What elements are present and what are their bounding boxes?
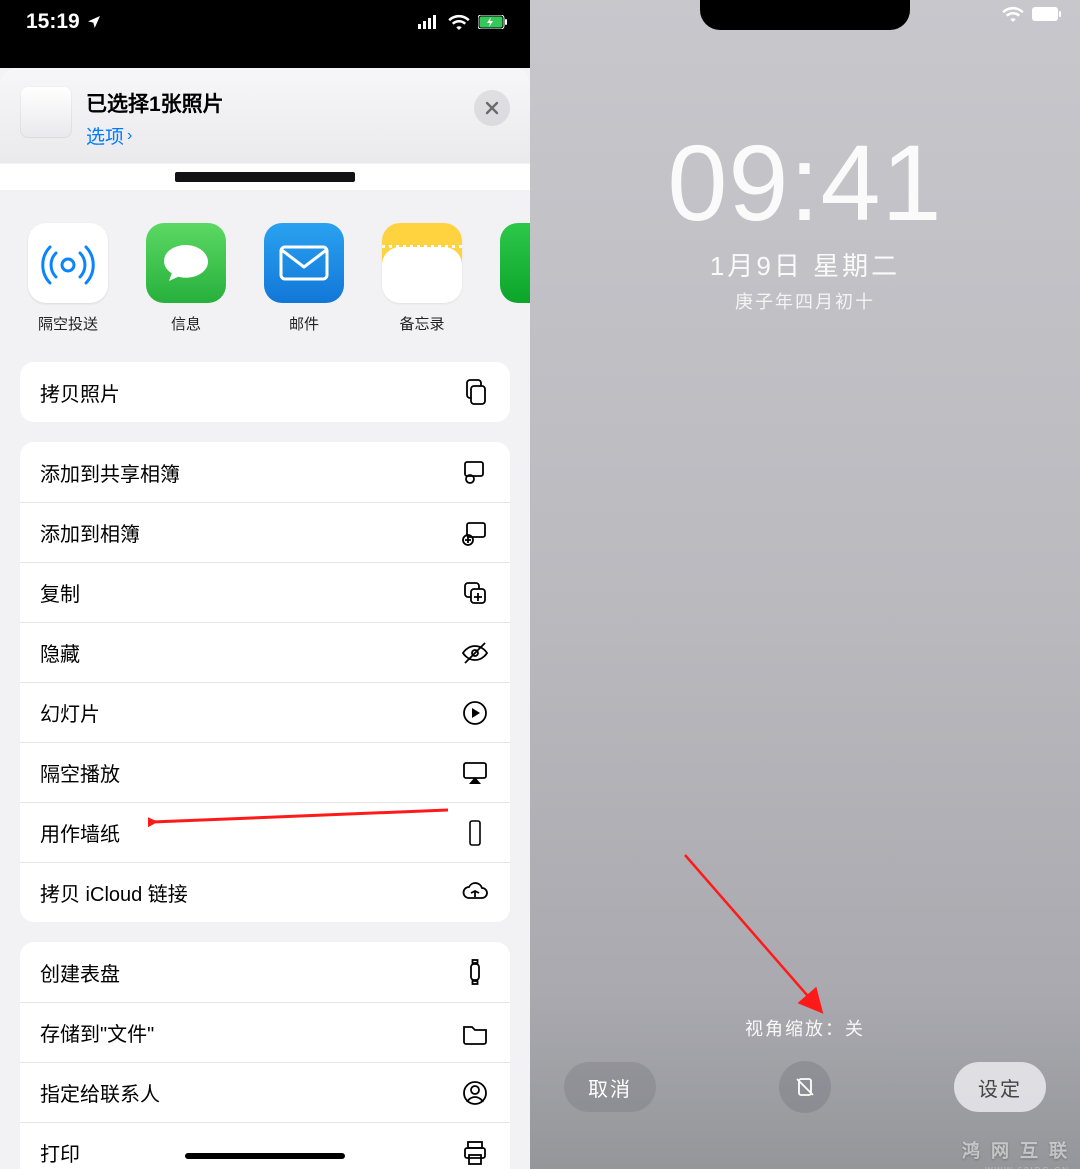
- assign-contact-icon: [460, 1078, 490, 1108]
- print-icon: [460, 1138, 490, 1168]
- action-slideshow[interactable]: 幻灯片: [20, 682, 510, 742]
- action-print[interactable]: 打印: [20, 1122, 510, 1169]
- set-button[interactable]: 设定: [954, 1062, 1046, 1112]
- home-indicator: [185, 1153, 345, 1159]
- action-airplay[interactable]: 隔空播放: [20, 742, 510, 802]
- add-album-icon: [460, 518, 490, 548]
- wechat-app-peek[interactable]: [500, 223, 530, 334]
- shared-album-icon: [460, 457, 490, 487]
- airdrop-icon: [40, 235, 96, 291]
- wallpaper-icon: [460, 818, 490, 848]
- lock-status: [1002, 6, 1062, 22]
- close-button[interactable]: [474, 90, 510, 126]
- perspective-zoom-toggle[interactable]: 视角缩放：关: [530, 1015, 1080, 1041]
- mail-icon: [278, 244, 330, 282]
- action-use-as-wallpaper[interactable]: 用作墙纸: [20, 802, 510, 862]
- messages-icon: [160, 239, 212, 287]
- lock-date: 1月9日 星期二: [530, 246, 1080, 283]
- action-duplicate[interactable]: 复制: [20, 562, 510, 622]
- watermark: 鸿 网 互 联: [962, 1137, 1070, 1163]
- icloud-link-icon: [460, 878, 490, 908]
- cancel-button[interactable]: 取消: [564, 1062, 656, 1112]
- watch-face-icon: [460, 957, 490, 987]
- notes-app[interactable]: 备忘录: [382, 223, 462, 334]
- status-bar: 15:19: [0, 0, 530, 44]
- slideshow-icon: [460, 698, 490, 728]
- share-sheet-screen: 15:19 已选择1张照片 选项›: [0, 0, 530, 1169]
- action-add-album[interactable]: 添加到相簿: [20, 502, 510, 562]
- action-group-2: 添加到共享相簿 添加到相簿 复制 隐藏: [20, 442, 510, 922]
- notch: [700, 0, 910, 30]
- action-assign-contact[interactable]: 指定给联系人: [20, 1062, 510, 1122]
- wallpaper-preview-screen: 09:41 1月9日 星期二 庚子年四月初十 视角缩放：关 取消 设定 鸿 网 …: [530, 0, 1080, 1169]
- action-save-to-files[interactable]: 存储到"文件": [20, 1002, 510, 1062]
- action-create-watch-face[interactable]: 创建表盘: [20, 942, 510, 1002]
- action-copy-photo[interactable]: 拷贝照片: [20, 362, 510, 422]
- mail-app[interactable]: 邮件: [264, 223, 344, 334]
- annotation-arrow-right: [680, 850, 850, 1030]
- selected-thumbnail[interactable]: [20, 86, 72, 138]
- options-link[interactable]: 选项›: [86, 122, 460, 149]
- lock-time: 09:41: [530, 120, 1080, 245]
- action-add-shared-album[interactable]: 添加到共享相簿: [20, 442, 510, 502]
- airdrop-app[interactable]: 隔空投送: [28, 223, 108, 334]
- preview-strip: [0, 163, 530, 191]
- copy-photo-icon: [460, 377, 490, 407]
- status-time: 15:19: [26, 10, 80, 34]
- messages-app[interactable]: 信息: [146, 223, 226, 334]
- save-files-icon: [460, 1018, 490, 1048]
- chevron-right-icon: ›: [127, 127, 132, 145]
- airplay-icon: [460, 758, 490, 788]
- lock-lunar-date: 庚子年四月初十: [530, 288, 1080, 314]
- hide-icon: [460, 638, 490, 668]
- battery-charging-icon: [478, 15, 508, 29]
- sheet-title: 已选择1张照片: [86, 88, 460, 118]
- battery-icon: [1032, 7, 1062, 21]
- share-app-row[interactable]: 隔空投送 信息 邮件 备忘录: [0, 191, 530, 362]
- wifi-icon: [1002, 6, 1024, 22]
- motion-toggle-button[interactable]: [779, 1061, 831, 1113]
- action-hide[interactable]: 隐藏: [20, 622, 510, 682]
- action-copy-icloud-link[interactable]: 拷贝 iCloud 链接: [20, 862, 510, 922]
- action-group-3: 创建表盘 存储到"文件" 指定给联系人 打印: [20, 942, 510, 1169]
- duplicate-icon: [460, 578, 490, 608]
- motion-off-icon: [793, 1075, 817, 1099]
- share-sheet: 已选择1张照片 选项› 隔空投送 信: [0, 68, 530, 1169]
- action-group-1: 拷贝照片: [20, 362, 510, 422]
- signal-icon: [418, 15, 440, 29]
- wifi-icon: [448, 14, 470, 30]
- location-icon: [86, 14, 102, 30]
- close-icon: [484, 100, 500, 116]
